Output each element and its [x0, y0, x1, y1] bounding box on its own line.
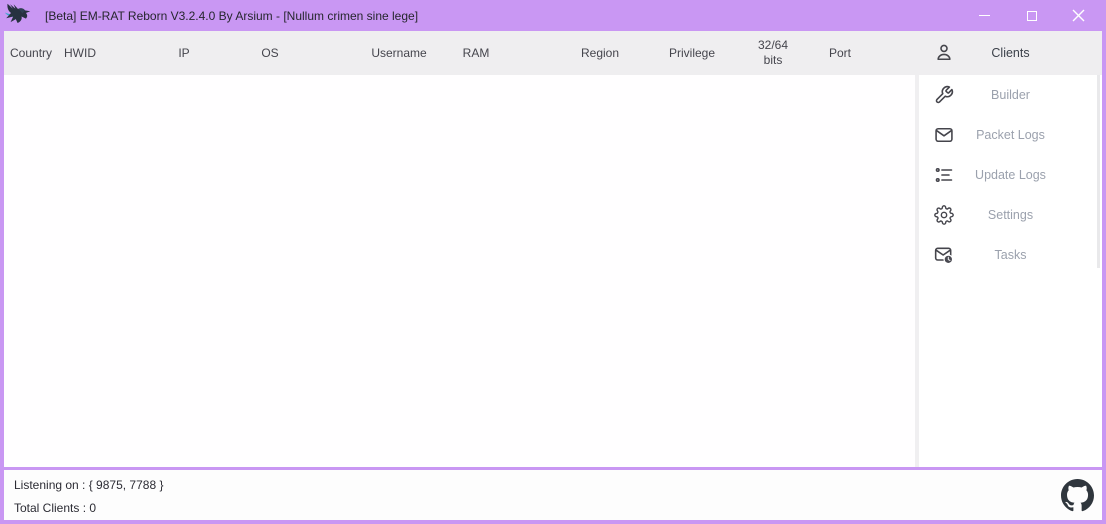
minimize-button[interactable] [961, 0, 1008, 31]
column-header-hwid[interactable]: HWID [64, 46, 96, 60]
sidebar-item-settings[interactable]: Settings [919, 195, 1102, 235]
maximize-button[interactable] [1008, 0, 1055, 31]
envelope-clock-icon [934, 245, 954, 265]
clients-panel: Country HWID IP OS Username RAM Region P… [4, 31, 915, 467]
window-controls [961, 0, 1102, 31]
maximize-icon [1027, 11, 1037, 21]
sidebar-item-builder[interactable]: Builder [919, 75, 1102, 115]
column-header-region[interactable]: Region [581, 46, 619, 60]
column-header-bits[interactable]: 32/64 bits [750, 38, 796, 68]
list-icon [934, 165, 954, 185]
close-button[interactable] [1055, 0, 1102, 31]
sidebar-item-update-logs[interactable]: Update Logs [919, 155, 1102, 195]
sidebar: Clients Builder Packet Logs [919, 31, 1102, 467]
wrench-icon [934, 85, 954, 105]
total-clients-status: Total Clients : 0 [14, 501, 1102, 515]
github-icon[interactable] [1061, 479, 1094, 512]
sidebar-scrollbar[interactable] [1097, 75, 1100, 268]
person-icon [934, 43, 954, 63]
close-icon [1072, 9, 1085, 22]
window-title: [Beta] EM-RAT Reborn V3.2.4.0 By Arsium … [45, 9, 418, 23]
envelope-icon [934, 125, 954, 145]
minimize-icon [979, 15, 990, 16]
listening-status: Listening on : { 9875, 7788 } [14, 478, 1102, 492]
column-header-ip[interactable]: IP [178, 46, 189, 60]
clients-table-header: Country HWID IP OS Username RAM Region P… [4, 31, 915, 75]
content-area: Country HWID IP OS Username RAM Region P… [4, 31, 1102, 467]
column-header-privilege[interactable]: Privilege [669, 46, 715, 60]
clients-table-body [4, 75, 915, 467]
gear-icon [934, 205, 954, 225]
column-header-country[interactable]: Country [10, 46, 52, 60]
titlebar: [Beta] EM-RAT Reborn V3.2.4.0 By Arsium … [4, 0, 1102, 31]
column-header-username[interactable]: Username [371, 46, 426, 60]
sidebar-item-packet-logs[interactable]: Packet Logs [919, 115, 1102, 155]
sidebar-item-clients[interactable]: Clients [919, 31, 1102, 75]
eagle-logo-icon [3, 2, 33, 30]
column-header-ram[interactable]: RAM [463, 46, 490, 60]
column-header-os[interactable]: OS [261, 46, 278, 60]
sidebar-item-tasks[interactable]: Tasks [919, 235, 1102, 275]
app-window: [Beta] EM-RAT Reborn V3.2.4.0 By Arsium … [0, 0, 1106, 524]
statusbar: Listening on : { 9875, 7788 } Total Clie… [4, 470, 1102, 520]
column-header-port[interactable]: Port [829, 46, 851, 60]
